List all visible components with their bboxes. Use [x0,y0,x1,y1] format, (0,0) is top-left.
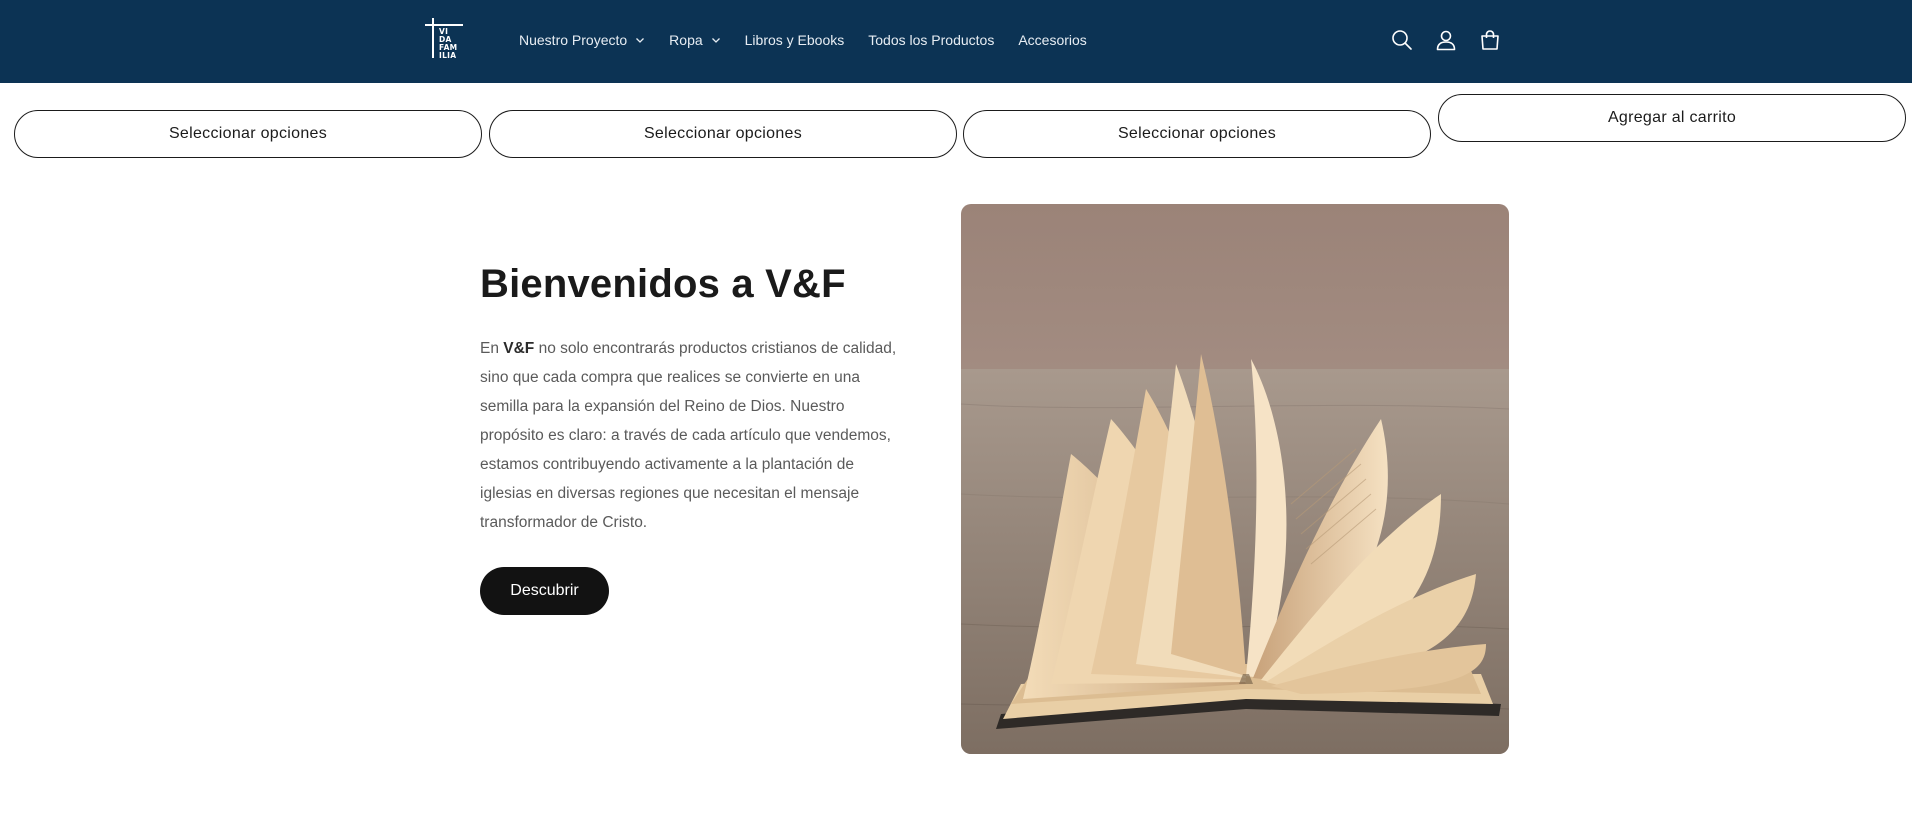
site-header: VI DA FAM ILIA Nuestro Proyecto Ropa Lib… [0,0,1912,83]
brand-name: V&F [503,340,535,357]
nav-item-label: Accesorios [1018,32,1087,48]
chevron-down-icon [635,35,645,45]
discover-button[interactable]: Descubrir [480,567,609,615]
chevron-down-icon [711,35,721,45]
open-book-image [961,204,1509,754]
logo-text: VI DA FAM ILIA [439,27,458,60]
nav-item-label: Todos los Productos [868,32,995,48]
add-to-cart-button[interactable]: Agregar al carrito [1438,94,1906,142]
nav-item-ropa[interactable]: Ropa [669,32,720,48]
hero-description: En V&F no solo encontrarás productos cri… [480,340,897,531]
main-nav: Nuestro Proyecto Ropa Libros y Ebooks To… [519,0,1111,80]
nav-item-accesorios[interactable]: Accesorios [1018,32,1086,48]
search-icon[interactable] [1386,24,1418,56]
hero-title: Bienvenidos a V&F [480,262,846,306]
select-options-button[interactable]: Seleccionar opciones [489,110,957,158]
nav-item-label: Libros y Ebooks [744,32,845,48]
logo[interactable]: VI DA FAM ILIA [425,18,465,60]
select-options-button[interactable]: Seleccionar opciones [963,110,1431,158]
select-options-button[interactable]: Seleccionar opciones [14,110,482,158]
header-icons [1386,24,1518,56]
cart-icon[interactable] [1474,24,1506,56]
nav-item-label: Nuestro Proyecto [519,32,628,48]
nav-item-nuestro-proyecto[interactable]: Nuestro Proyecto [519,32,645,48]
account-icon[interactable] [1430,24,1462,56]
nav-item-label: Ropa [669,32,703,48]
nav-item-libros-y-ebooks[interactable]: Libros y Ebooks [745,32,845,48]
nav-item-todos-los-productos[interactable]: Todos los Productos [868,32,994,48]
